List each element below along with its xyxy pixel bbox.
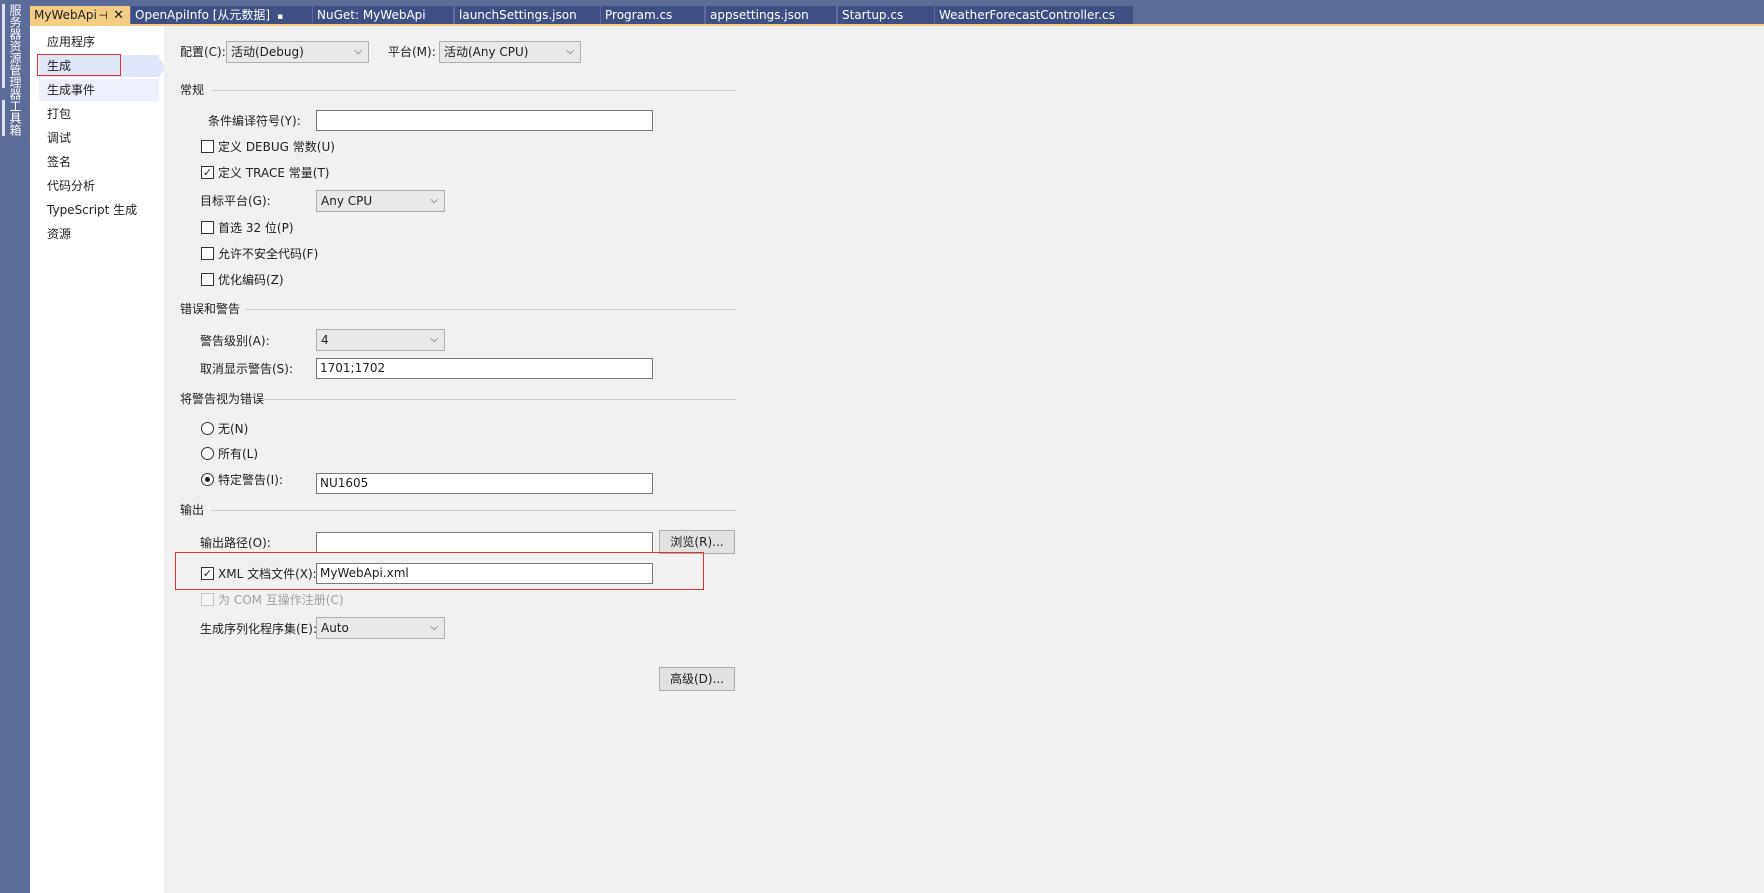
- com-register-label: 为 COM 互操作注册(C): [218, 593, 344, 607]
- define-trace-label: 定义 TRACE 常量(T): [218, 166, 330, 180]
- serialization-value: Auto: [321, 621, 349, 635]
- section-divider: [211, 90, 736, 91]
- platform-label: 平台(M):: [388, 45, 436, 59]
- treat-specific-label: 特定警告(I):: [218, 473, 283, 487]
- tab-appsettings[interactable]: appsettings.json: [706, 6, 836, 25]
- section-output-title: 输出: [180, 503, 205, 517]
- tab-openapiinfo[interactable]: OpenApiInfo [从元数据] ▪: [131, 6, 312, 25]
- serialization-dropdown[interactable]: Auto ⌵: [316, 617, 445, 639]
- section-divider: [211, 510, 736, 511]
- specific-warnings-input[interactable]: NU1605: [316, 473, 653, 494]
- unsafe-code-checkbox[interactable]: [201, 247, 214, 260]
- browse-button[interactable]: 浏览(R)...: [659, 530, 735, 554]
- lock-icon: ▪: [276, 12, 284, 22]
- treat-none-label: 无(N): [218, 422, 249, 436]
- chevron-down-icon: ⌵: [430, 195, 438, 206]
- section-errors-title: 错误和警告: [180, 302, 241, 316]
- toolbox-tab[interactable]: 工具箱: [5, 100, 25, 136]
- tab-label: Startup.cs: [842, 8, 904, 22]
- highlight-box: [37, 54, 121, 76]
- chevron-down-icon: ⌵: [430, 334, 438, 345]
- chevron-down-icon: ⌵: [354, 46, 362, 57]
- chevron-down-icon: ⌵: [430, 622, 438, 633]
- tab-label: MyWebApi: [34, 8, 97, 22]
- prefer32-checkbox[interactable]: [201, 221, 214, 234]
- define-debug-label: 定义 DEBUG 常数(U): [218, 140, 335, 154]
- com-register-checkbox[interactable]: [201, 593, 214, 606]
- suppress-warnings-input[interactable]: 1701;1702: [316, 358, 653, 379]
- config-label: 配置(C):: [180, 45, 226, 59]
- advanced-button[interactable]: 高级(D)...: [659, 667, 735, 691]
- property-page-nav: 应用程序 生成 生成事件 打包 调试 签名 代码分析 TypeScript 生成…: [30, 26, 164, 893]
- warning-level-label: 警告级别(A):: [200, 334, 270, 348]
- tab-program[interactable]: Program.cs: [601, 6, 704, 25]
- nav-item-package[interactable]: 打包: [39, 103, 159, 125]
- warning-level-value: 4: [321, 333, 329, 347]
- tab-label: WeatherForecastController.cs: [939, 8, 1115, 22]
- config-dropdown[interactable]: 活动(Debug) ⌵: [226, 41, 369, 63]
- target-platform-dropdown[interactable]: Any CPU ⌵: [316, 190, 445, 212]
- treat-specific-radio[interactable]: [201, 473, 214, 486]
- tab-startup[interactable]: Startup.cs: [838, 6, 934, 25]
- section-divider: [264, 399, 736, 400]
- tab-label: NuGet: MyWebApi: [317, 8, 426, 22]
- nav-item-typescript-build[interactable]: TypeScript 生成: [39, 199, 159, 221]
- close-icon[interactable]: ✕: [113, 6, 124, 25]
- tab-nuget[interactable]: NuGet: MyWebApi: [313, 6, 453, 25]
- tab-label: appsettings.json: [710, 8, 809, 22]
- nav-item-build-events[interactable]: 生成事件: [39, 79, 159, 101]
- output-path-label: 输出路径(O):: [200, 536, 271, 550]
- warning-level-dropdown[interactable]: 4 ⌵: [316, 329, 445, 351]
- nav-item-debug[interactable]: 调试: [39, 127, 159, 149]
- build-settings-page: 配置(C): 活动(Debug) ⌵ 平台(M): 活动(Any CPU) ⌵ …: [164, 26, 1764, 893]
- suppress-warnings-label: 取消显示警告(S):: [200, 362, 294, 376]
- optimize-label: 优化编码(Z): [218, 273, 284, 287]
- serialization-label: 生成序列化程序集(E):: [200, 622, 317, 636]
- radio-selected-dot: [205, 477, 210, 482]
- nav-item-application[interactable]: 应用程序: [39, 31, 159, 53]
- platform-value: 活动(Any CPU): [444, 45, 529, 59]
- nav-item-resources[interactable]: 资源: [39, 223, 159, 245]
- section-divider: [246, 309, 736, 310]
- highlight-box: [175, 552, 704, 590]
- nav-item-code-analysis[interactable]: 代码分析: [39, 175, 159, 197]
- tab-label: launchSettings.json: [459, 8, 577, 22]
- conditional-symbols-input[interactable]: [316, 110, 653, 131]
- treat-all-label: 所有(L): [218, 447, 259, 461]
- tab-weatherforecastcontroller[interactable]: WeatherForecastController.cs: [935, 6, 1133, 25]
- treat-none-radio[interactable]: [201, 422, 214, 435]
- nav-item-signing[interactable]: 签名: [39, 151, 159, 173]
- optimize-checkbox[interactable]: [201, 273, 214, 286]
- target-platform-label: 目标平台(G):: [200, 194, 271, 208]
- define-trace-checkbox[interactable]: ✓: [201, 166, 214, 179]
- tab-label: OpenApiInfo [从元数据]: [135, 8, 271, 22]
- tab-mywebapi[interactable]: MyWebApi ⊣ ✕: [30, 6, 130, 25]
- target-platform-value: Any CPU: [321, 194, 373, 208]
- section-general-title: 常规: [180, 83, 205, 97]
- treat-all-radio[interactable]: [201, 447, 214, 460]
- platform-dropdown[interactable]: 活动(Any CPU) ⌵: [439, 41, 581, 63]
- unsafe-code-label: 允许不安全代码(F): [218, 247, 319, 261]
- server-explorer-tab[interactable]: 服务器资源管理器: [5, 4, 25, 100]
- conditional-symbols-label: 条件编译符号(Y):: [208, 114, 301, 128]
- tool-window-strip: 服务器资源管理器 工具箱: [0, 0, 30, 893]
- section-treat-warnings-title: 将警告视为错误: [180, 392, 265, 406]
- prefer32-label: 首选 32 位(P): [218, 221, 294, 235]
- document-tab-strip: MyWebApi ⊣ ✕ OpenApiInfo [从元数据] ▪ NuGet:…: [30, 0, 1764, 26]
- output-path-input[interactable]: [316, 532, 653, 553]
- config-value: 活动(Debug): [231, 45, 304, 59]
- tab-label: Program.cs: [605, 8, 673, 22]
- pin-icon[interactable]: ⊣: [98, 6, 108, 25]
- tab-launchsettings[interactable]: launchSettings.json: [455, 6, 600, 25]
- define-debug-checkbox[interactable]: [201, 140, 214, 153]
- chevron-down-icon: ⌵: [566, 46, 574, 57]
